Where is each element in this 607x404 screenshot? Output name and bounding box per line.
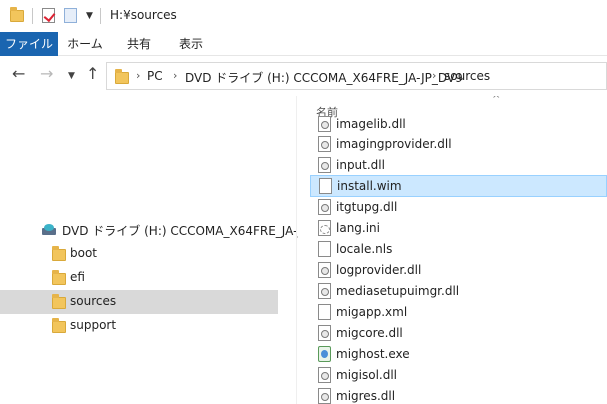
dll-file-icon <box>318 116 331 132</box>
up-arrow-icon[interactable]: ↑ <box>86 66 99 82</box>
nav-item-efi[interactable]: efi <box>0 266 278 290</box>
file-row[interactable]: migres.dll <box>310 386 607 404</box>
properties-icon[interactable] <box>42 8 55 23</box>
breadcrumb-separator-icon[interactable]: › <box>136 69 140 82</box>
nav-item-label: boot <box>70 246 98 260</box>
back-arrow-icon[interactable]: ← <box>12 66 25 82</box>
breadcrumb-pc[interactable]: PC <box>147 69 163 83</box>
file-row[interactable]: imagingprovider.dll <box>310 134 607 156</box>
file-name: mighost.exe <box>336 347 410 361</box>
window-title: H:¥sources <box>110 8 177 22</box>
dll-file-icon <box>318 199 331 215</box>
nav-item-sources[interactable]: sources <box>0 290 278 314</box>
recent-locations-chevron-icon[interactable]: ▼ <box>68 68 75 84</box>
file-row[interactable]: lang.ini <box>310 218 607 240</box>
address-bar[interactable]: › PC › DVD ドライブ (H:) CCCOMA_X64FRE_JA-JP… <box>106 62 607 90</box>
folder-icon <box>52 294 66 309</box>
breadcrumb-separator-icon[interactable]: › <box>432 69 436 82</box>
dll-file-icon <box>318 157 331 173</box>
file-row[interactable]: itgtupg.dll <box>310 197 607 219</box>
file-icon <box>318 241 331 257</box>
file-icon <box>318 304 331 320</box>
new-folder-icon[interactable] <box>64 8 77 23</box>
title-bar: ▼ H:¥sources <box>0 0 607 32</box>
config-file-icon <box>318 220 331 236</box>
file-row[interactable]: imagelib.dll <box>310 114 607 136</box>
dll-file-icon <box>318 262 331 278</box>
divider <box>32 8 33 24</box>
file-name: logprovider.dll <box>336 263 422 277</box>
file-row[interactable]: locale.nls <box>310 239 607 261</box>
nav-item-label: efi <box>70 270 85 284</box>
file-row[interactable]: mediasetupuimgr.dll <box>310 281 607 303</box>
dll-file-icon <box>318 136 331 152</box>
navigation-pane: DVD ドライブ (H:) CCCOMA_X64FRE_JA-JP_ boot … <box>0 96 315 404</box>
tab-home[interactable]: ホーム <box>60 32 110 56</box>
file-row[interactable]: input.dll <box>310 155 607 177</box>
folder-icon <box>115 69 129 84</box>
file-row[interactable]: migapp.xml <box>310 302 607 324</box>
file-row[interactable]: migisol.dll <box>310 365 607 387</box>
breadcrumb-drive[interactable]: DVD ドライブ (H:) CCCOMA_X64FRE_JA-JP_DV9 <box>185 69 463 86</box>
file-name: migres.dll <box>336 389 396 403</box>
file-row-selected[interactable]: install.wim <box>310 175 607 197</box>
file-row[interactable]: migcore.dll <box>310 323 607 345</box>
file-name: locale.nls <box>336 242 393 256</box>
nav-item-label: support <box>70 318 117 332</box>
address-row: ← → ▼ ↑ › PC › DVD ドライブ (H:) CCCOMA_X64F… <box>0 56 607 96</box>
folder-icon <box>52 270 66 285</box>
folder-icon <box>52 318 66 333</box>
pane-splitter[interactable] <box>296 96 297 404</box>
forward-arrow-icon[interactable]: → <box>40 66 53 82</box>
file-name: itgtupg.dll <box>336 200 398 214</box>
dll-file-icon <box>318 388 331 404</box>
divider <box>100 8 101 24</box>
file-name: lang.ini <box>336 221 380 235</box>
dll-file-icon <box>318 367 331 383</box>
file-row[interactable]: logprovider.dll <box>310 260 607 282</box>
tab-view[interactable]: 表示 <box>166 32 216 56</box>
file-name: mediasetupuimgr.dll <box>336 284 460 298</box>
folder-icon <box>10 7 24 22</box>
dll-file-icon <box>318 325 331 341</box>
nav-item-label: sources <box>70 294 117 308</box>
file-list: ^ 名前 imagelib.dll imagingprovider.dll in… <box>298 96 607 404</box>
tab-file[interactable]: ファイル <box>0 32 58 56</box>
ribbon: ファイル ホーム 共有 表示 <box>0 32 607 56</box>
file-name: migcore.dll <box>336 326 403 340</box>
file-name: migisol.dll <box>336 368 398 382</box>
file-name: input.dll <box>336 158 385 172</box>
tab-share[interactable]: 共有 <box>114 32 164 56</box>
nav-item-label: DVD ドライブ (H:) CCCOMA_X64FRE_JA-JP_ <box>62 224 315 238</box>
nav-item-dvd-drive[interactable]: DVD ドライブ (H:) CCCOMA_X64FRE_JA-JP_ <box>0 218 315 242</box>
file-name: imagelib.dll <box>336 117 406 131</box>
customize-toolbar-dropdown-icon[interactable]: ▼ <box>86 11 93 21</box>
nav-item-boot[interactable]: boot <box>0 242 278 266</box>
breadcrumb-separator-icon[interactable]: › <box>173 69 177 82</box>
folder-icon <box>52 246 66 261</box>
file-row[interactable]: mighost.exe <box>310 344 607 366</box>
breadcrumb-sources[interactable]: sources <box>444 69 490 83</box>
dll-file-icon <box>318 283 331 299</box>
sort-ascending-icon: ^ <box>492 96 501 105</box>
file-name: install.wim <box>337 179 402 193</box>
file-name: migapp.xml <box>336 305 408 319</box>
nav-item-support[interactable]: support <box>0 314 278 338</box>
file-icon <box>319 178 332 194</box>
dvd-drive-icon <box>42 224 56 236</box>
exe-file-icon <box>318 346 331 362</box>
file-name: imagingprovider.dll <box>336 137 452 151</box>
